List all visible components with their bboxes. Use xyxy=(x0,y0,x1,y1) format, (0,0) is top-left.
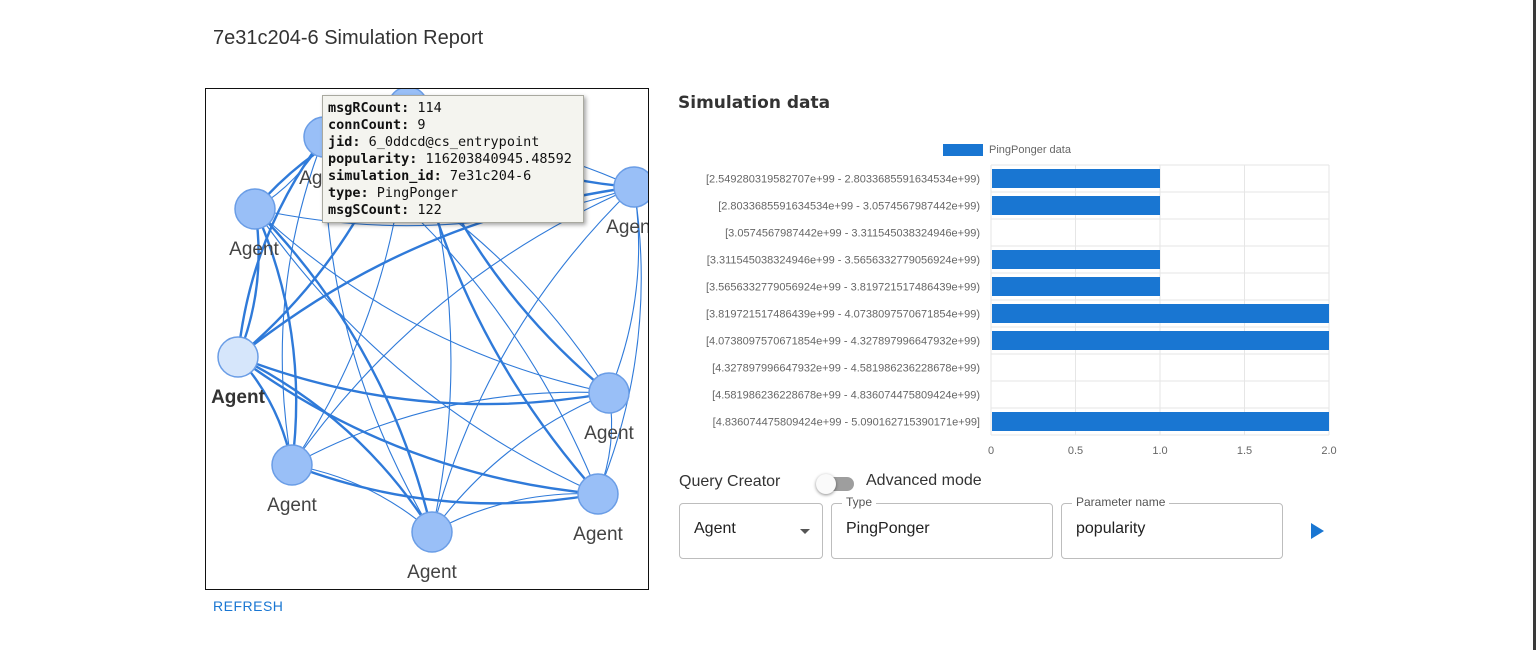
tooltip-value: 116203840945.48592 xyxy=(417,151,572,167)
histogram-bar xyxy=(992,412,1329,431)
y-category-label: [4.327897996647932e+99 - 4.5819862362286… xyxy=(712,363,980,375)
simulation-data-heading: Simulation data xyxy=(678,93,831,113)
tooltip-row: type: PingPonger xyxy=(328,185,583,202)
chevron-down-icon xyxy=(800,529,810,534)
tooltip-row: msgSCount: 122 xyxy=(328,202,583,219)
y-category-label: [2.549280319582707e+99 - 2.8033685591634… xyxy=(706,174,980,186)
agent-node[interactable] xyxy=(411,511,453,553)
y-category-label: [3.5656332779056924e+99 - 3.819721517486… xyxy=(706,282,980,294)
tooltip-row: simulation_id: 7e31c204-6 xyxy=(328,168,583,185)
parameter-name-value: popularity xyxy=(1076,520,1146,537)
parameter-name-label: Parameter name xyxy=(1072,495,1170,509)
legend-swatch xyxy=(943,144,983,156)
histogram-bar xyxy=(992,250,1160,269)
tooltip-row: popularity: 116203840945.48592 xyxy=(328,151,583,168)
agent-node[interactable] xyxy=(588,372,630,414)
x-tick-label: 0 xyxy=(988,445,994,457)
histogram-bar xyxy=(992,331,1329,350)
y-category-label: [3.311545038324946e+99 - 3.5656332779056… xyxy=(707,255,980,267)
agent-node-label: Agent xyxy=(606,217,648,238)
agent-node-label: Agent xyxy=(584,423,634,444)
graph-edge xyxy=(291,463,599,505)
node-tooltip: msgRCount: 114 connCount: 9 jid: 6_0ddcd@c… xyxy=(322,95,584,223)
y-category-label: [4.0738097570671854e+99 - 4.327897996647… xyxy=(706,336,980,348)
agent-node[interactable] xyxy=(613,166,648,208)
advanced-mode-label: Advanced mode xyxy=(866,472,982,489)
tooltip-key: msgRCount: xyxy=(328,100,410,116)
agent-node[interactable] xyxy=(271,444,313,486)
graph-edge xyxy=(431,392,610,533)
agent-node-label: Agent xyxy=(229,239,279,260)
run-query-button[interactable] xyxy=(1307,519,1331,543)
y-category-label: [3.0574567987442e+99 - 3.311545038324946… xyxy=(725,228,980,240)
y-category-label: [4.836074475809424e+99 - 5.0901627153901… xyxy=(713,417,980,429)
agent-node[interactable] xyxy=(234,188,276,230)
tooltip-key: msgSCount: xyxy=(328,202,410,218)
histogram-bar xyxy=(992,277,1160,296)
histogram-bar xyxy=(992,169,1160,188)
type-field-label: Type xyxy=(842,495,877,509)
tooltip-value: 6_0ddcd@cs_entrypoint xyxy=(360,134,540,150)
agent-node[interactable] xyxy=(577,473,619,515)
tooltip-value: 114 xyxy=(409,100,442,116)
parameter-name-field[interactable]: Parameter name popularity xyxy=(1061,495,1283,559)
advanced-mode-toggle[interactable] xyxy=(816,474,856,494)
toggle-thumb xyxy=(816,474,836,494)
legend-label: PingPonger data xyxy=(989,144,1072,156)
tooltip-value: 7e31c204-6 xyxy=(441,168,532,184)
x-tick-label: 1.0 xyxy=(1152,445,1167,457)
tooltip-value: 122 xyxy=(409,202,442,218)
y-category-label: [3.819721517486439e+99 - 4.0738097570671… xyxy=(706,309,980,321)
x-tick-label: 1.5 xyxy=(1237,445,1252,457)
histogram-bar xyxy=(992,196,1160,215)
agent-node-selected[interactable] xyxy=(217,336,259,378)
agent-node-label: Agent xyxy=(407,562,457,583)
y-category-label: [4.581986236228678e+99 - 4.8360744758094… xyxy=(712,390,980,402)
x-tick-label: 0.5 xyxy=(1068,445,1083,457)
tooltip-value: 9 xyxy=(409,117,426,133)
tooltip-key: simulation_id: xyxy=(328,168,442,184)
graph-edge xyxy=(254,208,610,394)
type-field-value: PingPonger xyxy=(846,520,930,537)
tooltip-key: jid: xyxy=(328,134,361,150)
entity-select-value: Agent xyxy=(694,520,736,537)
query-creator-label: Query Creator xyxy=(679,473,781,490)
tooltip-key: type: xyxy=(328,185,369,201)
play-icon xyxy=(1311,523,1324,539)
agent-node-label: Agent xyxy=(573,524,623,545)
histogram-bar xyxy=(992,304,1329,323)
agent-node-label: Agent xyxy=(267,495,317,516)
tooltip-key: connCount: xyxy=(328,117,410,133)
tooltip-row: msgRCount: 114 xyxy=(328,100,583,117)
tooltip-row: connCount: 9 xyxy=(328,117,583,134)
entity-select[interactable]: Agent xyxy=(679,503,823,559)
tooltip-value: PingPonger xyxy=(368,185,459,201)
type-field[interactable]: Type PingPonger xyxy=(831,495,1053,559)
agent-node-label: Agent xyxy=(211,387,266,408)
x-tick-label: 2.0 xyxy=(1321,445,1336,457)
refresh-button[interactable]: REFRESH xyxy=(213,598,283,614)
tooltip-key: popularity: xyxy=(328,151,418,167)
y-category-label: [2.8033685591634534e+99 - 3.057456798744… xyxy=(718,201,980,213)
page-title: 7e31c204-6 Simulation Report xyxy=(213,27,484,49)
tooltip-row: jid: 6_0ddcd@cs_entrypoint xyxy=(328,134,583,151)
histogram-chart: PingPonger data 0 0.5 1.0 1.5 2.0 [2.549280319… xyxy=(706,144,1337,457)
